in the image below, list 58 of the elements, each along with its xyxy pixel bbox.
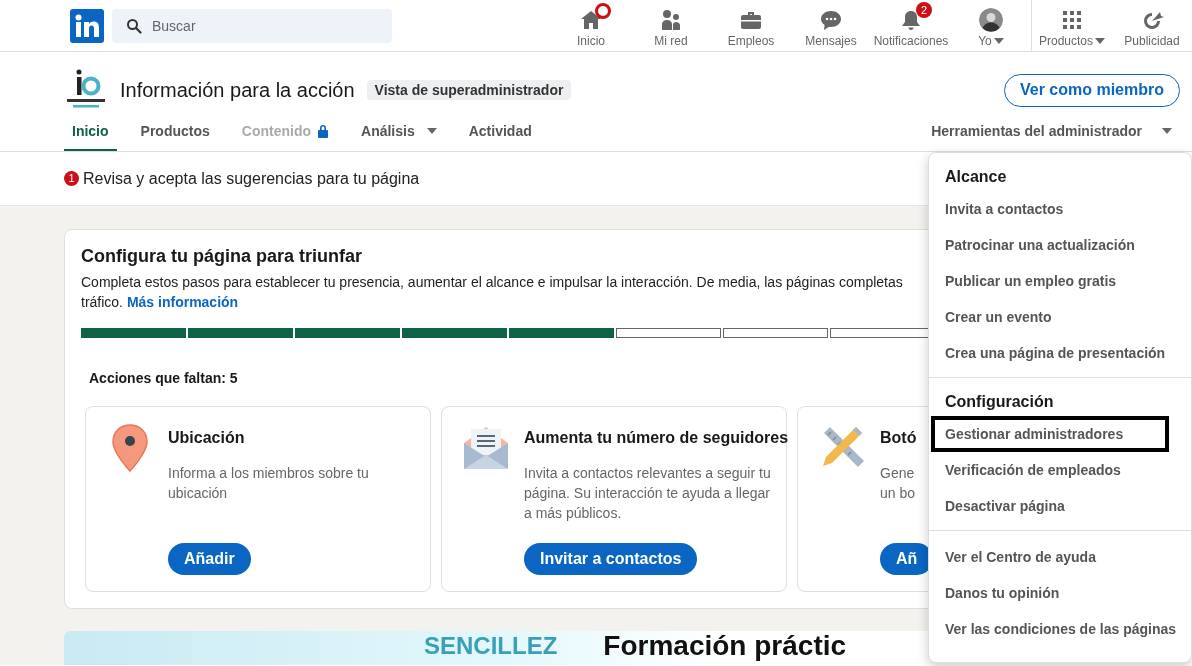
page-name: Información para la acción bbox=[120, 78, 355, 102]
notification-count: 2 bbox=[916, 1, 932, 18]
search-field[interactable]: Buscar bbox=[112, 8, 392, 43]
action-description: Gene un bo bbox=[880, 464, 917, 503]
alert-count-badge: 1 bbox=[64, 171, 79, 186]
action-title: Ubicación bbox=[168, 429, 246, 447]
nav-item[interactable]: Productos bbox=[1032, 0, 1112, 52]
page-tab[interactable]: Actividad bbox=[460, 112, 540, 151]
caret-icon bbox=[426, 127, 437, 134]
more-info-link[interactable]: Más información bbox=[126, 294, 239, 310]
menu-item[interactable]: Verificación de empleados bbox=[931, 452, 1169, 488]
menu-item[interactable]: Crea una página de presentación bbox=[931, 335, 1180, 371]
action-description: Informa a los miembros sobre tu ubicación bbox=[168, 464, 369, 503]
action-button[interactable]: Añadir bbox=[168, 543, 251, 575]
location-pin-icon bbox=[110, 423, 150, 473]
menu-item[interactable]: Desactivar página bbox=[931, 488, 1169, 524]
action-description: Invita a contactos relevantes a seguir tu página. Su interacción te ayuda a llegar a más públicos. bbox=[524, 464, 772, 523]
page-tab[interactable]: Productos bbox=[132, 112, 218, 151]
menu-item[interactable]: Invita a contactos bbox=[931, 191, 1169, 227]
menu-item[interactable]: Ver las condiciones de las páginas bbox=[931, 611, 1191, 647]
admin-view-badge: Vista de superadministrador bbox=[366, 80, 572, 100]
card-description: tráfico. bbox=[81, 294, 123, 310]
menu-item[interactable]: Danos tu opinión bbox=[931, 575, 1169, 611]
nav-item[interactable]: Inicio bbox=[551, 0, 631, 52]
admin-tools-dropdown[interactable]: Herramientas del administrador bbox=[923, 112, 1180, 151]
menu-heading: Alcance bbox=[944, 167, 1008, 187]
action-title: Botó bbox=[880, 429, 918, 447]
remaining-actions: Acciones que faltan: 5 bbox=[89, 370, 239, 386]
menu-item[interactable]: Gestionar administradores bbox=[931, 416, 1169, 452]
action-title: Aumenta tu número de seguidores bbox=[524, 429, 789, 447]
action-button[interactable]: Añ bbox=[880, 543, 928, 575]
menu-item[interactable]: Patrocinar una actualización bbox=[931, 227, 1169, 263]
menu-item[interactable]: Publicar un empleo gratis bbox=[931, 263, 1169, 299]
caret-icon bbox=[1095, 37, 1105, 44]
card-title: Configura tu página para triunfar bbox=[81, 246, 363, 267]
banner-word: SENCILLEZ bbox=[424, 631, 558, 660]
action-button[interactable]: Invitar a contactos bbox=[524, 543, 698, 575]
nav-item[interactable]: Yo bbox=[951, 0, 1031, 52]
banner-headline: Formación práctic bbox=[603, 631, 847, 660]
card-description: Completa estos pasos para establecer tu presencia, aumentar el alcance e impulsar la interacción. De media, las páginas completas bbox=[81, 273, 904, 292]
view-as-member-button[interactable]: Ver como miembro bbox=[1003, 73, 1180, 107]
menu-item[interactable]: Ver el Centro de ayuda bbox=[931, 539, 1169, 575]
menu-item[interactable]: Crear un evento bbox=[931, 299, 1169, 335]
nav-item[interactable]: Mensajes bbox=[791, 0, 871, 52]
people-icon bbox=[659, 7, 683, 32]
linkedin-logo-icon[interactable] bbox=[70, 8, 104, 43]
nav-item[interactable]: Empleos bbox=[711, 0, 791, 52]
page-tab[interactable]: Análisis bbox=[353, 112, 445, 151]
nav-item[interactable]: 2 Notificaciones bbox=[871, 0, 951, 52]
caret-icon bbox=[1162, 127, 1172, 134]
caret-icon bbox=[993, 37, 1004, 44]
lock-icon bbox=[317, 123, 329, 138]
menu-heading: Configuración bbox=[944, 392, 1055, 412]
nav-item[interactable]: Publicidad bbox=[1112, 0, 1192, 52]
alert-text[interactable]: Revisa y acepta las sugerencias para tu página bbox=[83, 169, 420, 188]
nav-item[interactable]: Mi red bbox=[631, 0, 711, 52]
search-icon bbox=[126, 17, 142, 34]
avatar-icon bbox=[979, 7, 1003, 32]
